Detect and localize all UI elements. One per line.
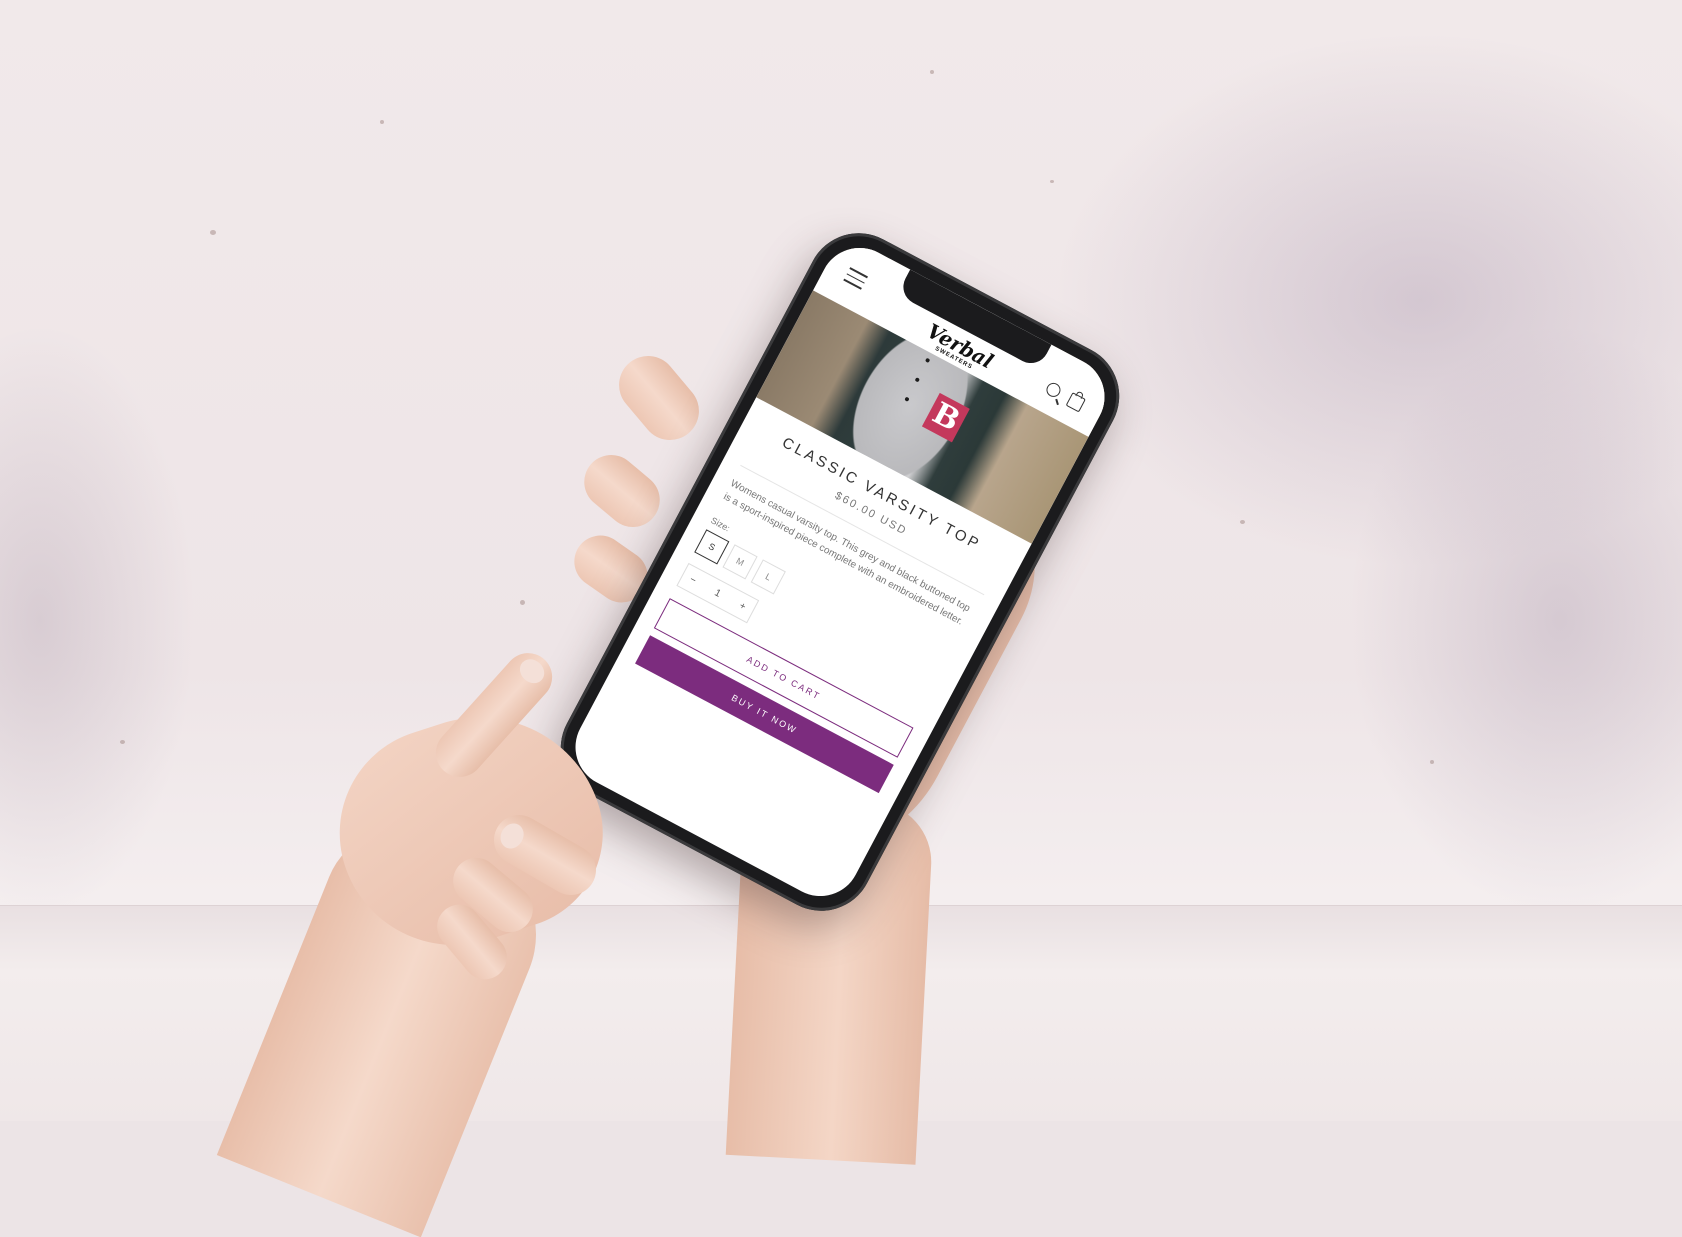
wall-speck: [380, 120, 384, 124]
letter-patch: B: [921, 392, 970, 443]
wall-speck: [210, 230, 216, 235]
fingernail: [496, 819, 529, 853]
wall-speck: [1430, 760, 1434, 764]
wall-speck: [120, 740, 125, 744]
fingernail: [515, 654, 550, 689]
menu-icon[interactable]: [843, 267, 868, 290]
qty-value[interactable]: 1: [713, 587, 723, 599]
jacket-buttons: [896, 357, 931, 418]
size-option-l[interactable]: L: [750, 559, 786, 595]
size-option-m[interactable]: M: [722, 544, 758, 580]
wall-speck: [1240, 520, 1245, 524]
bag-icon[interactable]: [1065, 392, 1086, 413]
size-option-s[interactable]: S: [694, 529, 730, 565]
wall-speck: [1050, 180, 1054, 183]
qty-decrease-button[interactable]: −: [688, 574, 698, 586]
search-icon[interactable]: [1044, 380, 1063, 400]
wall-speck: [930, 70, 934, 74]
wall-speck: [520, 600, 525, 605]
qty-increase-button[interactable]: +: [737, 600, 747, 612]
